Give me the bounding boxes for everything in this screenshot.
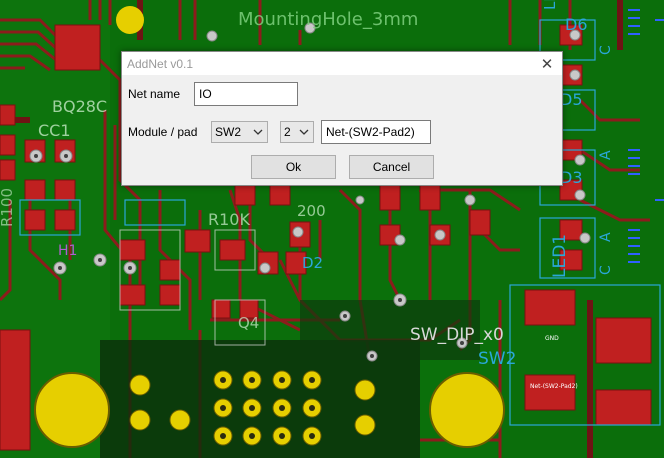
net-name-label: Net name (128, 87, 181, 101)
gnd-label: GND (545, 335, 559, 342)
led4-label: LED4 (541, 0, 559, 10)
close-icon[interactable]: ✕ (532, 52, 562, 75)
dialog-title: AddNet v0.1 (127, 56, 194, 71)
c-label-2: C (598, 265, 614, 275)
net-display-value: Net-(SW2-Pad2) (326, 125, 415, 139)
net-display-field: Net-(SW2-Pad2) (321, 120, 431, 144)
d5-label: D5 (560, 90, 583, 109)
sw-dip-label: SW_DIP_x0 (410, 325, 504, 345)
a-label-2: A (598, 232, 614, 242)
module-select[interactable]: SW2 (211, 121, 268, 143)
bqz-label: BQ28C (52, 97, 107, 116)
cancel-button[interactable]: Cancel (349, 155, 434, 179)
module-select-value: SW2 (215, 125, 242, 139)
r200-label: 200 (297, 202, 326, 220)
ok-button[interactable]: Ok (251, 155, 336, 179)
module-pad-label: Module / pad (128, 125, 198, 139)
net-name-value: IO (199, 87, 212, 101)
led1-label: LED1 (550, 234, 570, 278)
chevron-down-icon (299, 129, 309, 135)
net-name-row: Net name IO (128, 82, 298, 106)
module-pad-row: Module / pad SW2 2 Net-(SW2-Pad2) (128, 120, 431, 144)
pad-select[interactable]: 2 (280, 121, 314, 143)
c-label-1: C (598, 45, 614, 55)
h1-label: H1 (58, 243, 77, 259)
dialog-titlebar[interactable]: AddNet v0.1 ✕ (122, 52, 562, 75)
a-label-1: A (598, 150, 614, 160)
pad-select-value: 2 (284, 125, 291, 139)
cc1-label: CC1 (38, 121, 71, 140)
net-name-input[interactable]: IO (194, 82, 298, 106)
sw2-label: SW2 (478, 349, 516, 369)
r100-label: R100 (0, 188, 16, 227)
q4-label: Q4 (238, 314, 259, 332)
chevron-down-icon (253, 129, 263, 135)
d6-label: D6 (565, 15, 588, 34)
mounting-hole-label: MountingHole_3mm (238, 9, 418, 30)
pad-net-label: Net-(SW2-Pad2) (530, 383, 578, 390)
r10k-label: R10K (208, 210, 250, 229)
d2-label: D2 (302, 254, 323, 272)
addnet-dialog: AddNet v0.1 ✕ Net name IO Module / pad S… (121, 51, 563, 186)
d3-label: D3 (560, 168, 583, 187)
